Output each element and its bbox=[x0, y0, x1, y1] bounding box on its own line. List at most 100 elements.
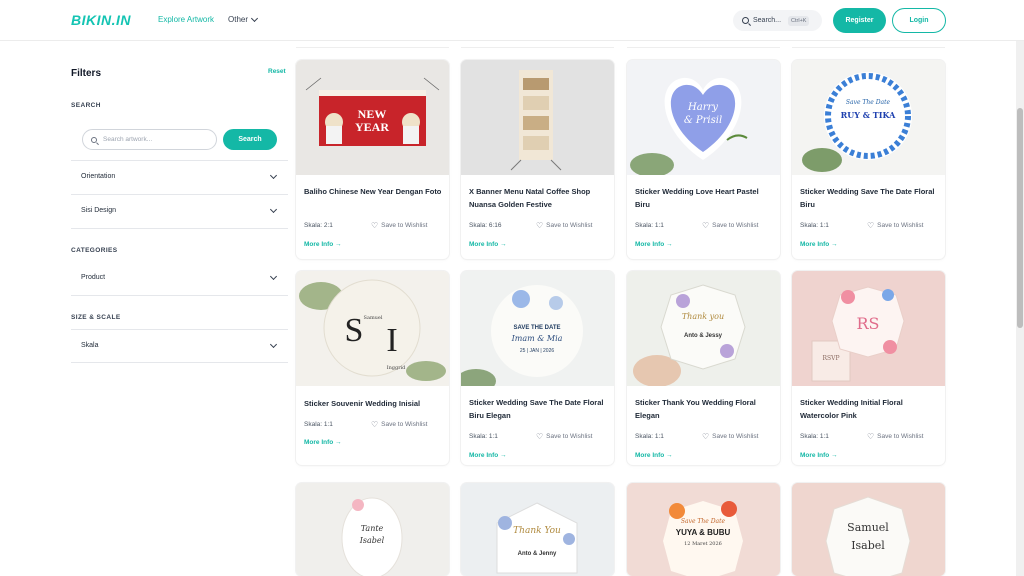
svg-text:12 Maret 2026: 12 Maret 2026 bbox=[684, 541, 722, 547]
sisi-design-label: Sisi Design bbox=[81, 207, 117, 214]
save-to-wishlist-button[interactable]: ♡ Save to Wishlist bbox=[536, 431, 593, 441]
save-to-wishlist-button[interactable]: ♡ Save to Wishlist bbox=[867, 432, 923, 440]
svg-text:Isabel: Isabel bbox=[851, 539, 885, 552]
login-button[interactable]: Login bbox=[892, 8, 946, 33]
product-artwork: Tante Isabel bbox=[296, 483, 449, 576]
scrollbar-thumb[interactable] bbox=[1017, 108, 1023, 328]
orientation-label: Orientation bbox=[81, 173, 116, 180]
more-info-link[interactable]: More Info → bbox=[800, 241, 838, 248]
chevron-down-icon bbox=[269, 205, 278, 214]
orientation-filter[interactable]: Orientation bbox=[71, 161, 288, 194]
product-card[interactable]: NEW YEAR Baliho Chinese New Year Dengan … bbox=[296, 60, 449, 259]
product-artwork: Samuel Isabel bbox=[792, 483, 945, 576]
product-title[interactable]: Sticker Wedding Save The Date Floral Bir… bbox=[800, 186, 940, 211]
global-search-label: Search... bbox=[753, 17, 782, 24]
svg-text:Thank you: Thank you bbox=[682, 312, 724, 321]
product-image[interactable]: Save The Date RUY & TIKA bbox=[792, 60, 945, 175]
svg-text:Save The Date: Save The Date bbox=[846, 99, 891, 106]
more-info-link[interactable]: More Info → bbox=[304, 241, 342, 248]
product-card[interactable]: X Banner Menu Natal Coffee Shop Nuansa G… bbox=[461, 60, 614, 259]
product-image[interactable]: Harry & Prisil bbox=[627, 60, 780, 175]
wishlist-label: Save to Wishlist bbox=[546, 433, 593, 440]
save-to-wishlist-button[interactable]: ♡ Save to Wishlist bbox=[371, 220, 427, 230]
product-title[interactable]: Sticker Thank You Wedding Floral Elegan bbox=[635, 397, 775, 422]
save-to-wishlist-button[interactable]: ♡ Save to Wishlist bbox=[867, 221, 923, 229]
product-scale: Skala: 1:1 bbox=[800, 222, 829, 229]
svg-text:Samuel: Samuel bbox=[847, 521, 889, 534]
save-to-wishlist-button[interactable]: ♡ Save to Wishlist bbox=[371, 420, 428, 428]
divider bbox=[71, 362, 288, 363]
product-title[interactable]: Sticker Wedding Initial Floral Watercolo… bbox=[800, 397, 940, 422]
product-title[interactable]: Sticker Souvenir Wedding Inisial bbox=[304, 398, 444, 411]
nav-other-dropdown[interactable]: Other bbox=[228, 14, 259, 24]
artwork-search-input[interactable]: Search artwork... bbox=[82, 129, 217, 150]
more-info-link[interactable]: More Info → bbox=[469, 452, 507, 459]
chevron-down-icon bbox=[269, 340, 278, 349]
more-info-link[interactable]: More Info → bbox=[635, 452, 673, 459]
search-placeholder: Search artwork... bbox=[103, 136, 153, 143]
more-info-link[interactable]: More Info → bbox=[304, 439, 342, 446]
product-title[interactable]: X Banner Menu Natal Coffee Shop Nuansa G… bbox=[469, 186, 609, 211]
product-card[interactable]: Save The Date YUYA & BUBU 12 Maret 2026 bbox=[627, 483, 780, 576]
product-title[interactable]: Sticker Wedding Save The Date Floral Bir… bbox=[469, 397, 609, 422]
product-card[interactable]: Save The Date RUY & TIKA Sticker Wedding… bbox=[792, 60, 945, 259]
product-image[interactable]: Thank You Anto & Jenny bbox=[461, 483, 614, 576]
product-card[interactable]: Samuel Isabel bbox=[792, 483, 945, 576]
product-image[interactable]: Save The Date YUYA & BUBU 12 Maret 2026 bbox=[627, 483, 780, 576]
product-card[interactable]: RSVP RS Sticker Wedding Initial Floral W… bbox=[792, 271, 945, 465]
more-info-link[interactable]: More Info → bbox=[469, 241, 507, 248]
more-info-link[interactable]: More Info → bbox=[800, 452, 838, 459]
wishlist-label: Save to Wishlist bbox=[381, 421, 428, 428]
heart-icon: ♡ bbox=[536, 220, 544, 230]
product-artwork: S I Samuel Inggrid bbox=[296, 271, 449, 386]
wishlist-label: Save to Wishlist bbox=[712, 433, 759, 440]
product-image[interactable]: Thank you Anto & Jessy bbox=[627, 271, 780, 386]
svg-text:Anto & Jessy: Anto & Jessy bbox=[684, 333, 723, 339]
product-card[interactable]: Thank you Anto & Jessy Sticker Thank You… bbox=[627, 271, 780, 465]
global-search-button[interactable]: Search... Ctrl+K bbox=[733, 10, 822, 31]
brand-logo[interactable]: BIKIN.IN bbox=[71, 12, 131, 28]
product-image[interactable] bbox=[461, 60, 614, 175]
save-to-wishlist-button[interactable]: ♡ Save to Wishlist bbox=[702, 221, 758, 229]
svg-text:I: I bbox=[386, 322, 397, 359]
product-image[interactable]: RSVP RS bbox=[792, 271, 945, 386]
nav-other-label: Other bbox=[228, 15, 249, 24]
sisi-design-filter[interactable]: Sisi Design bbox=[71, 195, 288, 228]
svg-text:YUYA & BUBU: YUYA & BUBU bbox=[676, 528, 731, 537]
sidebar-search-button[interactable]: Search bbox=[223, 129, 277, 150]
save-to-wishlist-button[interactable]: ♡ Save to Wishlist bbox=[536, 220, 592, 230]
product-image[interactable]: S I Samuel Inggrid bbox=[296, 271, 449, 386]
more-info-link[interactable]: More Info → bbox=[635, 241, 673, 248]
product-image[interactable]: SAVE THE DATE Imam & Mia 25 | JAN | 2026 bbox=[461, 271, 614, 386]
product-label: Product bbox=[81, 274, 106, 281]
product-card[interactable]: Thank You Anto & Jenny bbox=[461, 483, 614, 576]
product-scale: Skala: 6:16 bbox=[469, 222, 502, 229]
svg-text:Tante: Tante bbox=[361, 524, 384, 533]
nav-explore-artwork[interactable]: Explore Artwork bbox=[158, 15, 214, 24]
heart-icon: ♡ bbox=[371, 220, 379, 230]
product-card[interactable]: Harry & Prisil Sticker Wedding Love Hear… bbox=[627, 60, 780, 259]
save-to-wishlist-button[interactable]: ♡ Save to Wishlist bbox=[702, 432, 759, 440]
product-image[interactable]: Samuel Isabel bbox=[792, 483, 945, 576]
product-title[interactable]: Baliho Chinese New Year Dengan Foto bbox=[304, 186, 444, 199]
chevron-down-icon bbox=[269, 171, 278, 180]
product-title[interactable]: Sticker Wedding Love Heart Pastel Biru bbox=[635, 186, 775, 211]
product-filter[interactable]: Product bbox=[71, 262, 288, 295]
page-scrollbar[interactable] bbox=[1016, 0, 1024, 576]
size-scale-section-label: SIZE & SCALE bbox=[71, 314, 121, 321]
card-previous-row bbox=[296, 41, 449, 48]
product-image[interactable]: NEW YEAR bbox=[296, 60, 449, 175]
register-button[interactable]: Register bbox=[833, 8, 886, 33]
product-card[interactable]: SAVE THE DATE Imam & Mia 25 | JAN | 2026… bbox=[461, 271, 614, 465]
product-artwork: Thank You Anto & Jenny bbox=[461, 483, 614, 576]
skala-filter[interactable]: Skala bbox=[71, 330, 288, 363]
product-card[interactable]: S I Samuel Inggrid Sticker Souvenir Wedd… bbox=[296, 271, 449, 465]
chevron-down-icon bbox=[250, 14, 259, 22]
svg-text:YEAR: YEAR bbox=[355, 120, 389, 134]
heart-icon: ♡ bbox=[536, 431, 544, 441]
skala-label: Skala bbox=[81, 342, 99, 349]
product-card[interactable]: Tante Isabel bbox=[296, 483, 449, 576]
reset-filters-link[interactable]: Reset bbox=[268, 68, 286, 75]
product-scale: Skala: 1:1 bbox=[304, 421, 333, 428]
product-image[interactable]: Tante Isabel bbox=[296, 483, 449, 576]
